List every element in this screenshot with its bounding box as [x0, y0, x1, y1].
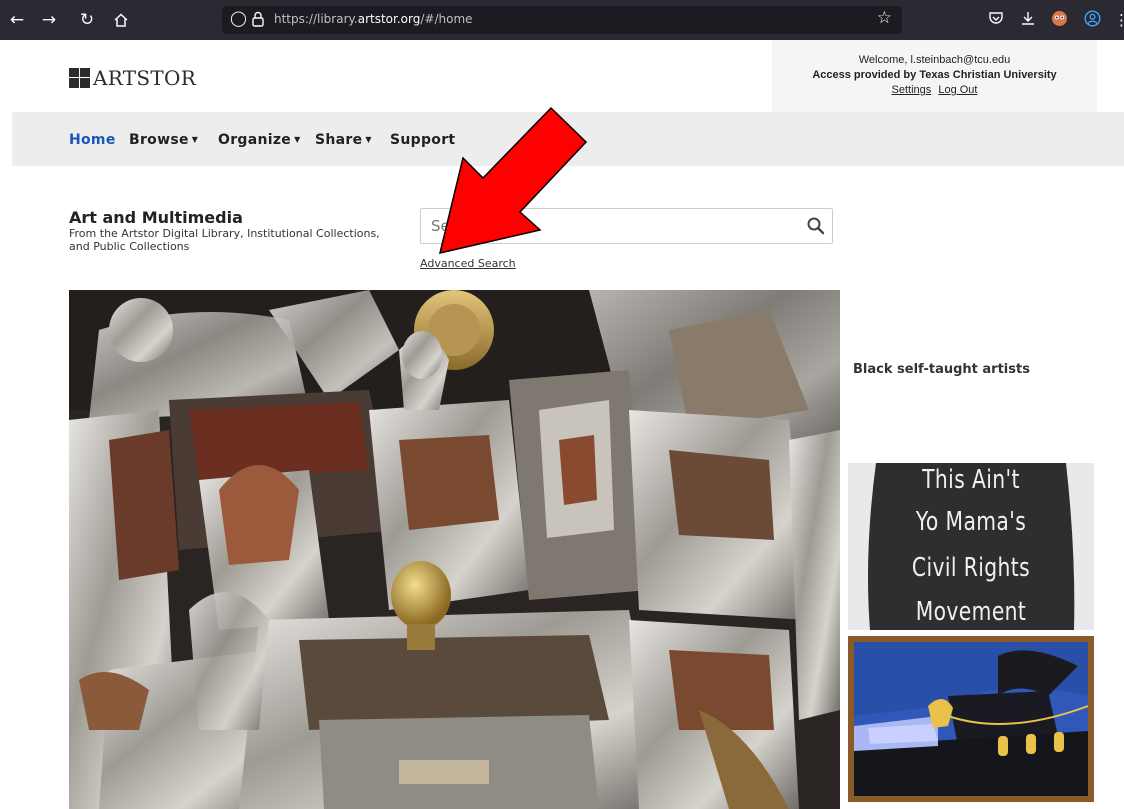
site-header: ARTSTOR Welcome, l.steinbach@tcu.edu Acc…: [12, 40, 1124, 112]
caret-down-icon: ▼: [294, 135, 301, 144]
nav-browse[interactable]: Browse ▼: [129, 132, 198, 148]
nav-share[interactable]: Share ▼: [315, 132, 372, 148]
overflow-menu-icon[interactable]: ⋮: [1114, 10, 1124, 30]
lock-icon[interactable]: [252, 11, 264, 27]
address-bar[interactable]: ◯ https://library.artstor.org/#/home ☆: [222, 6, 902, 34]
home-icon[interactable]: [110, 9, 132, 31]
thumbnail-civil-rights-shirt[interactable]: This Ain't Yo Mama's Civil Rights Moveme…: [848, 463, 1094, 630]
account-icon[interactable]: [1084, 10, 1101, 32]
forward-icon[interactable]: →: [38, 9, 60, 31]
logo-text: ARTSTOR: [93, 66, 197, 90]
download-icon[interactable]: [1020, 10, 1036, 31]
account-panel: Welcome, l.steinbach@tcu.edu Access prov…: [772, 40, 1097, 112]
pocket-icon[interactable]: [988, 10, 1004, 31]
caret-down-icon: ▼: [365, 135, 372, 144]
star-icon[interactable]: ☆: [877, 8, 892, 28]
shirt-text-line: Civil Rights: [911, 553, 1031, 583]
featured-collection-label[interactable]: Black self-taught artists: [853, 362, 1030, 377]
nav-organize[interactable]: Organize ▼: [218, 132, 301, 148]
logout-link[interactable]: Log Out: [938, 84, 977, 96]
reload-icon[interactable]: ↻: [76, 9, 98, 31]
shirt-text-line: Movement: [915, 597, 1027, 627]
search-input[interactable]: [422, 210, 792, 242]
shirt-text-line: This Ain't: [922, 465, 1020, 495]
welcome-text: Welcome, l.steinbach@tcu.edu: [858, 54, 1011, 66]
caret-down-icon: ▼: [191, 135, 199, 144]
back-icon[interactable]: ←: [6, 9, 28, 31]
browser-toolbar: ← → ↻ ◯ https://library.artstor.org/#/ho…: [0, 0, 1124, 40]
nav-organize-label: Organize: [218, 132, 292, 148]
extension-icon[interactable]: [1051, 10, 1068, 32]
nav-home[interactable]: Home: [69, 132, 116, 148]
shirt-text-line: Yo Mama's: [915, 507, 1027, 537]
artstor-logo-mark-icon: [69, 68, 90, 88]
url-text[interactable]: https://library.artstor.org/#/home: [274, 12, 473, 26]
access-text: Access provided by Texas Christian Unive…: [812, 69, 1057, 81]
nav-share-label: Share: [315, 132, 363, 148]
nav-support[interactable]: Support: [390, 132, 455, 148]
settings-link[interactable]: Settings: [892, 84, 932, 96]
page-title: Art and Multimedia: [69, 208, 243, 227]
advanced-search-link[interactable]: Advanced Search: [420, 257, 516, 270]
artstor-logo[interactable]: ARTSTOR: [69, 66, 196, 90]
thumbnail-train-painting[interactable]: [848, 636, 1094, 802]
nav-browse-label: Browse: [129, 132, 189, 148]
page-subtitle: From the Artstor Digital Library, Instit…: [69, 227, 380, 253]
search-icon[interactable]: [806, 216, 826, 236]
shield-icon[interactable]: ◯: [230, 9, 247, 27]
main-nav: Home Browse ▼ Organize ▼ Share ▼ Support: [12, 112, 1124, 166]
featured-artwork-image[interactable]: [69, 290, 840, 809]
search-box: [420, 208, 833, 244]
